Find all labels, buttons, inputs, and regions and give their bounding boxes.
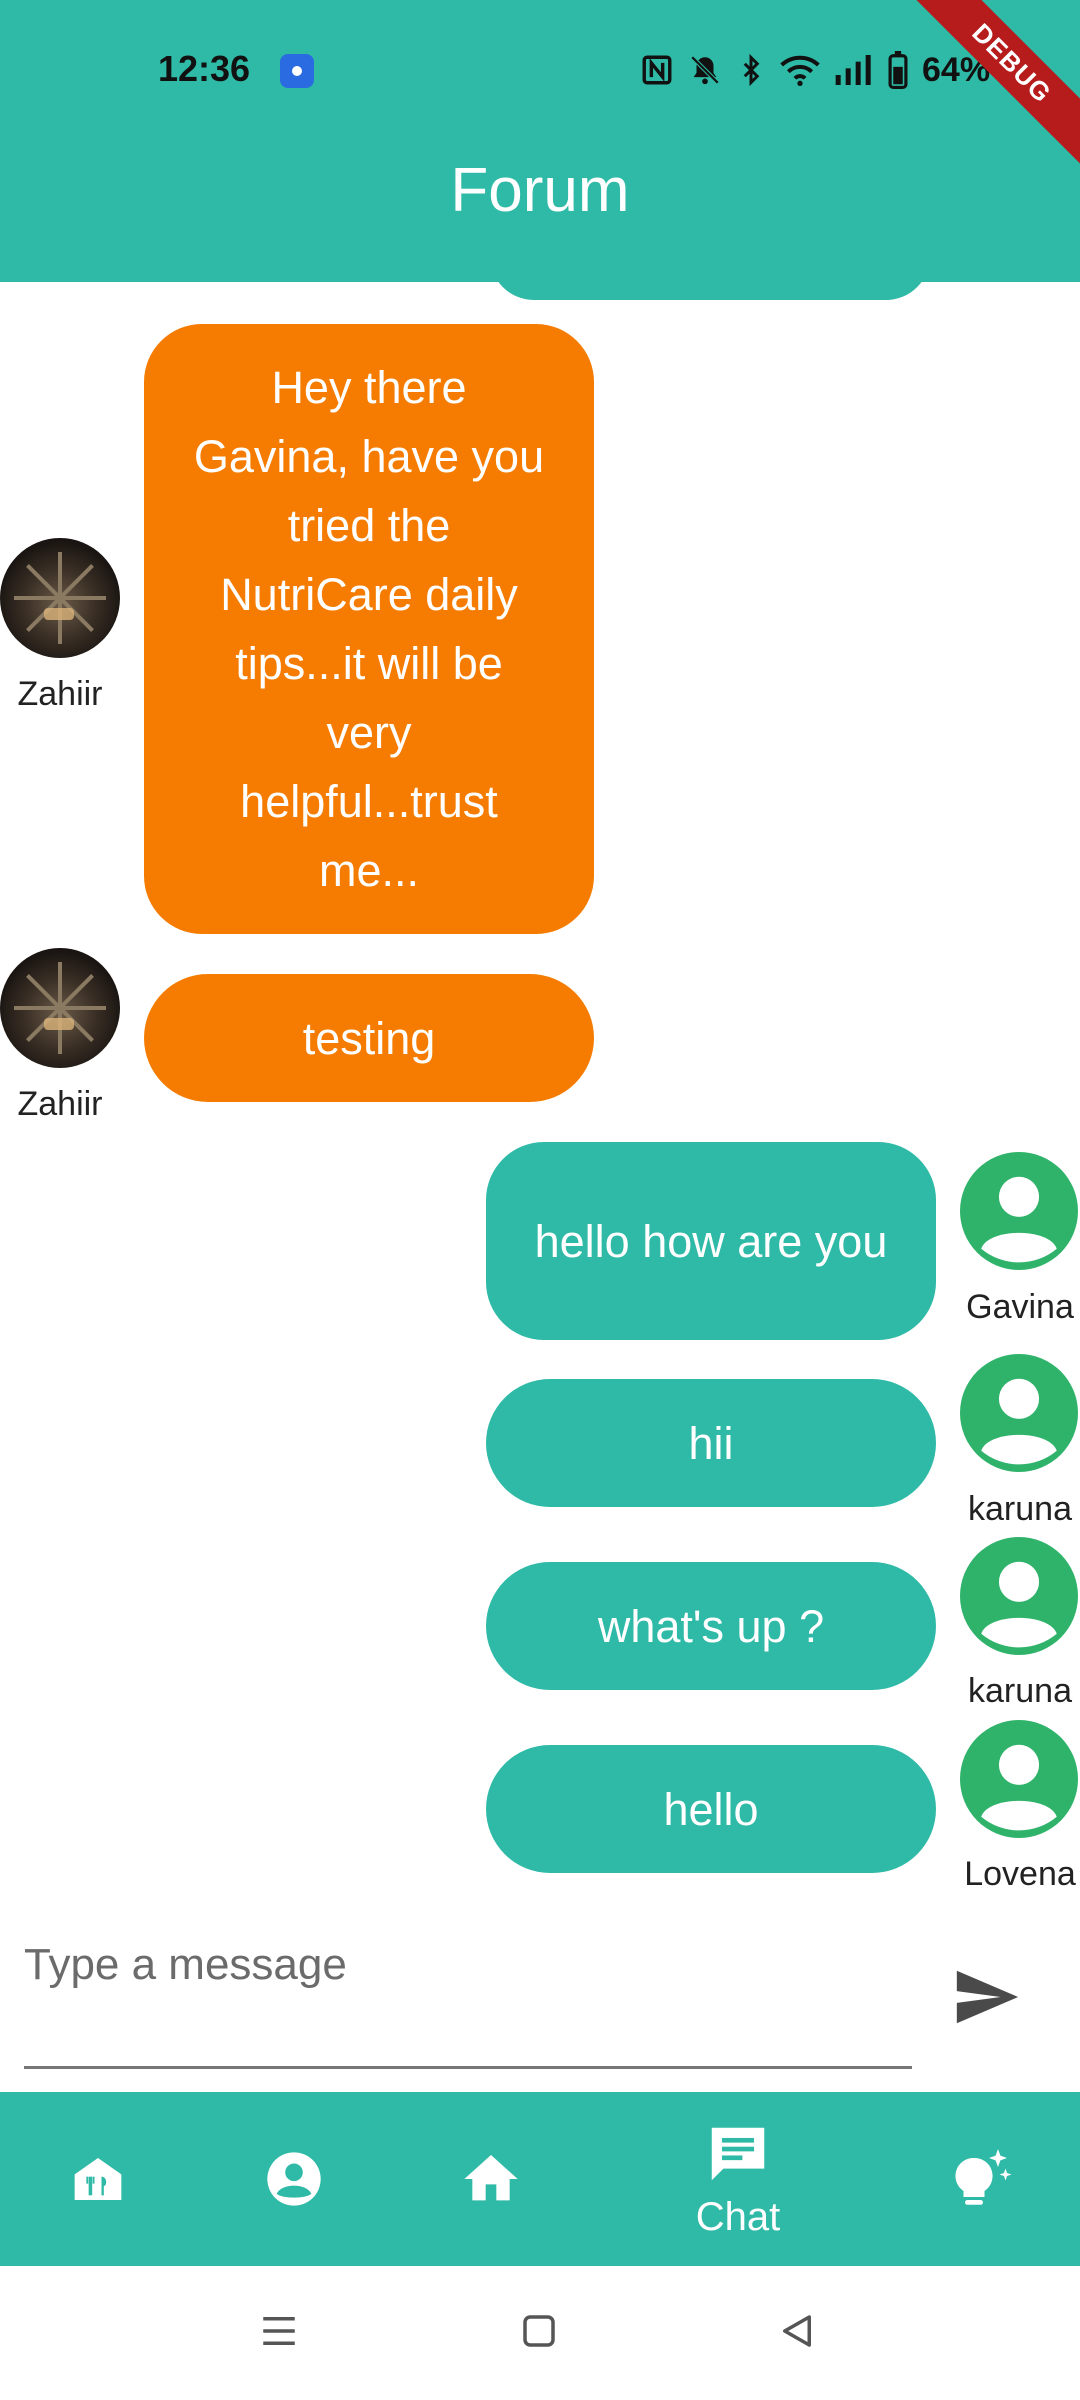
sender-name: Lovena xyxy=(964,1855,1076,1893)
nav-home[interactable] xyxy=(441,2092,541,2266)
wifi-icon xyxy=(780,55,820,86)
restaurant-home-icon xyxy=(74,2158,122,2200)
account-circle-icon xyxy=(267,2152,321,2206)
avatar-lovena[interactable] xyxy=(960,1720,1078,1838)
home-icon xyxy=(464,2155,518,2201)
sender-name: Gavina xyxy=(966,1288,1074,1326)
avatar-gavina[interactable] xyxy=(960,1152,1078,1270)
message-bubble[interactable]: testing xyxy=(144,974,594,1102)
nav-profile[interactable] xyxy=(244,2092,344,2266)
message-bubble[interactable]: Hey there Gavina, have you tried the Nut… xyxy=(144,324,594,934)
input-underline xyxy=(24,2066,912,2069)
partial-message-bubble xyxy=(490,240,930,300)
message-bubble[interactable]: what's up ? xyxy=(486,1562,936,1690)
nfc-icon xyxy=(642,55,672,85)
avatar-zahiir[interactable] xyxy=(0,538,120,658)
message-input[interactable] xyxy=(24,1930,912,2000)
back-icon[interactable] xyxy=(776,2310,818,2352)
message-bubble[interactable]: hello xyxy=(486,1745,936,1873)
status-icons: 64% xyxy=(640,48,990,92)
mute-bell-icon xyxy=(690,55,720,85)
sender-name: Zahiir xyxy=(17,1085,103,1123)
sender-name: karuna xyxy=(968,1672,1072,1710)
send-icon[interactable] xyxy=(946,1962,1026,2032)
nav-chat[interactable]: Chat xyxy=(668,2092,808,2266)
message-bubble[interactable]: hello how are you xyxy=(486,1142,936,1340)
home-square-icon[interactable] xyxy=(518,2310,560,2352)
bottom-navigation: Chat xyxy=(0,2092,1080,2266)
status-time: 12:36 xyxy=(158,48,251,89)
page-title: Forum xyxy=(450,156,630,225)
message-bubble[interactable]: hii xyxy=(486,1379,936,1507)
recording-icon xyxy=(280,54,314,88)
signal-icon xyxy=(835,55,871,85)
nav-tips[interactable] xyxy=(930,2092,1030,2266)
system-navigation-bar xyxy=(0,2266,1080,2400)
avatar-karuna[interactable] xyxy=(960,1354,1078,1472)
avatar-karuna[interactable] xyxy=(960,1537,1078,1655)
battery-icon xyxy=(888,51,908,89)
recent-apps-icon[interactable] xyxy=(258,2310,300,2352)
bluetooth-icon xyxy=(743,53,760,87)
nav-chat-label: Chat xyxy=(695,2194,781,2239)
chat-icon xyxy=(711,2127,765,2180)
lightbulb-sparkle-icon xyxy=(955,2149,1012,2205)
sender-name: Zahiir xyxy=(17,675,103,713)
nav-food-home[interactable] xyxy=(48,2092,148,2266)
sender-name: karuna xyxy=(968,1490,1072,1528)
avatar-zahiir[interactable] xyxy=(0,948,120,1068)
